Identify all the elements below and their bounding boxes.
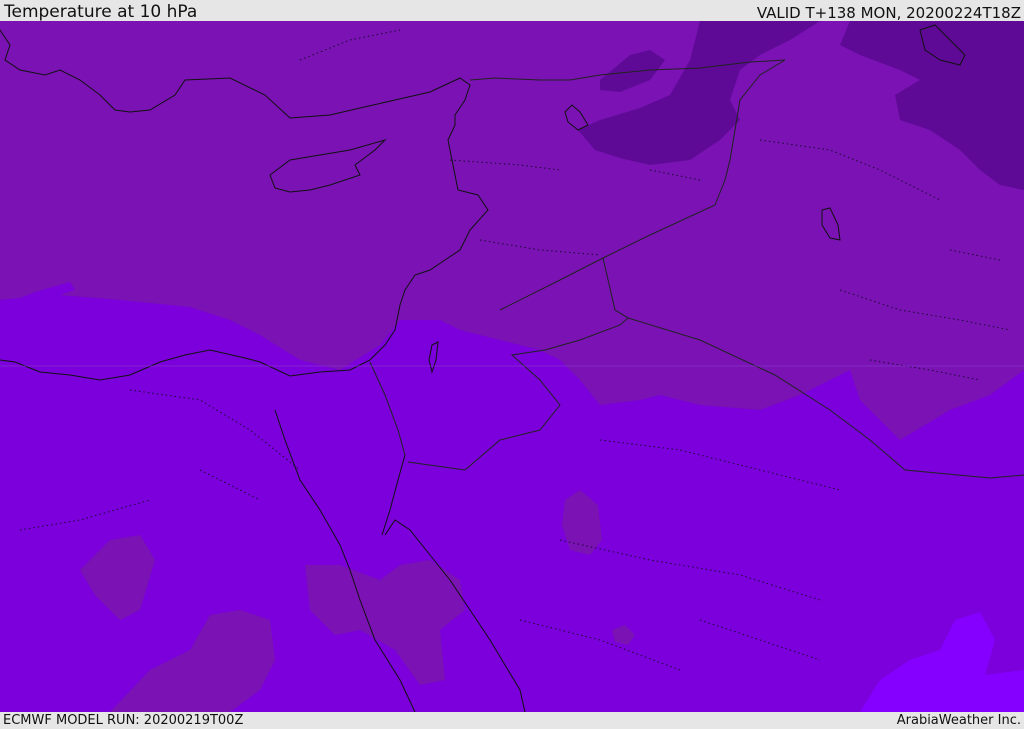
- model-run: ECMWF MODEL RUN: 20200219T00Z: [3, 713, 244, 728]
- temperature-map: [0, 21, 1024, 712]
- header-bar: Temperature at 10 hPa VALID T+138 MON, 2…: [0, 0, 1024, 22]
- footer-bar: ECMWF MODEL RUN: 20200219T00Z ArabiaWeat…: [0, 712, 1024, 729]
- valid-time: VALID T+138 MON, 20200224T18Z: [756, 4, 1021, 22]
- map-title: Temperature at 10 hPa: [4, 2, 198, 22]
- map-panel[interactable]: [0, 21, 1024, 712]
- credit: ArabiaWeather Inc.: [896, 713, 1021, 728]
- weather-map-page: Temperature at 10 hPa VALID T+138 MON, 2…: [0, 0, 1024, 729]
